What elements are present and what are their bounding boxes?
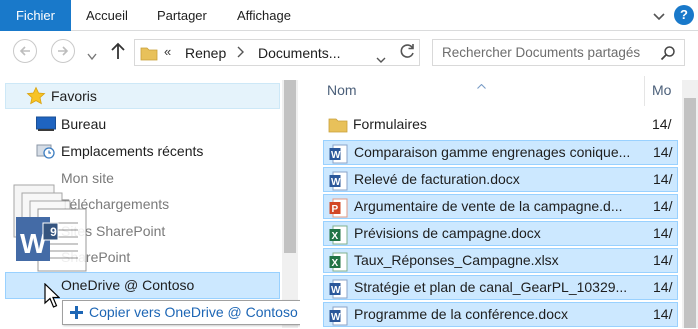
- arrow-right-icon: [58, 46, 69, 56]
- list-item-file[interactable]: X Prévisions de campagne.docx 14/: [323, 221, 678, 246]
- recent-locations-icon[interactable]: [87, 48, 97, 61]
- plus-icon: [68, 304, 85, 324]
- tab-home[interactable]: Accueil: [86, 0, 128, 31]
- star-icon: [26, 86, 46, 109]
- breadcrumb-documents[interactable]: Documents...: [258, 45, 340, 61]
- sidebar-item-favorites[interactable]: Favoris: [51, 83, 97, 109]
- folder-icon: [328, 116, 348, 137]
- file-date: 14/: [653, 198, 673, 214]
- file-date: 14/: [653, 225, 673, 241]
- list-item-folder[interactable]: Formulaires 14/: [323, 113, 678, 138]
- file-name: Relevé de facturation.docx: [354, 171, 520, 187]
- file-name: Argumentaire de vente de la campagne.d..…: [354, 198, 623, 214]
- search-icon[interactable]: [660, 45, 676, 64]
- column-divider[interactable]: [644, 76, 645, 106]
- list-item-file[interactable]: W Comparaison gamme engrenages conique...…: [323, 140, 678, 165]
- column-header-name[interactable]: Nom: [327, 82, 357, 98]
- forward-button[interactable]: [51, 39, 75, 63]
- tooltip-text: Copier vers OneDrive @ Contoso: [89, 304, 298, 320]
- word-icon: W: [329, 279, 348, 302]
- cursor-arrow-icon: [44, 282, 61, 312]
- svg-text:W: W: [331, 285, 341, 296]
- ribbon: Fichier Accueil Partager Affichage ?: [0, 0, 698, 31]
- svg-text:X: X: [332, 231, 339, 242]
- drag-preview: W 9: [12, 183, 112, 293]
- desktop-icon: [36, 116, 56, 135]
- up-arrow-icon[interactable]: [109, 41, 127, 61]
- word-icon: W: [329, 306, 348, 329]
- file-name: Formulaires: [353, 116, 427, 132]
- svg-text:P: P: [332, 204, 339, 215]
- word-icon: W: [329, 171, 348, 194]
- powerpoint-icon: P: [329, 198, 348, 221]
- drag-count-badge: 9: [50, 225, 57, 239]
- file-name: Comparaison gamme engrenages conique...: [354, 144, 631, 160]
- search-placeholder: Rechercher Documents partagés: [442, 45, 641, 60]
- excel-icon: X: [329, 225, 348, 248]
- back-button[interactable]: [13, 39, 37, 63]
- sort-ascending-icon: [477, 76, 486, 92]
- copy-tooltip: Copier vers OneDrive @ Contoso: [62, 300, 308, 325]
- address-overflow[interactable]: «: [164, 44, 171, 59]
- file-date: 14/: [653, 252, 673, 268]
- list-scrollbar-thumb[interactable]: [684, 98, 696, 328]
- chevron-right-icon[interactable]: [235, 45, 245, 62]
- tab-view[interactable]: Affichage: [237, 0, 291, 31]
- search-input[interactable]: Rechercher Documents partagés: [432, 39, 685, 66]
- word-icon: W: [329, 144, 348, 167]
- navigation-bar: « Renep Documents... Rechercher Document…: [0, 31, 698, 73]
- nav-scrollbar[interactable]: [282, 80, 298, 328]
- file-date: 14/: [653, 144, 673, 160]
- recent-places-icon: [36, 142, 56, 163]
- arrow-left-icon: [19, 46, 30, 56]
- list-item-file[interactable]: P Argumentaire de vente de la campagne.d.…: [323, 194, 678, 219]
- excel-icon: X: [329, 252, 348, 275]
- tab-file[interactable]: Fichier: [0, 0, 71, 31]
- address-bar[interactable]: « Renep Documents...: [134, 39, 420, 66]
- breadcrumb-renep[interactable]: Renep: [185, 45, 226, 61]
- file-name: Prévisions de campagne.docx: [354, 225, 541, 241]
- sidebar-item-recent-places[interactable]: Emplacements récents: [61, 138, 203, 164]
- file-date: 14/: [652, 116, 672, 132]
- chevron-down-icon[interactable]: [376, 51, 386, 67]
- file-name: Taux_Réponses_Campagne.xlsx: [354, 252, 559, 268]
- folder-icon: [140, 45, 158, 64]
- svg-text:W: W: [331, 177, 341, 188]
- file-date: 14/: [653, 171, 673, 187]
- svg-text:W: W: [331, 312, 341, 323]
- file-date: 14/: [653, 306, 673, 322]
- list-item-file[interactable]: X Taux_Réponses_Campagne.xlsx 14/: [323, 248, 678, 273]
- sidebar-item-desktop[interactable]: Bureau: [61, 111, 106, 137]
- list-item-file[interactable]: W Stratégie et plan de canal_GearPL_10329…: [323, 275, 678, 300]
- refresh-icon[interactable]: [396, 40, 418, 62]
- column-header-modified[interactable]: Mo: [652, 82, 671, 98]
- file-name: Stratégie et plan de canal_GearPL_10329.…: [354, 279, 628, 295]
- file-date: 14/: [653, 279, 673, 295]
- help-icon[interactable]: ?: [674, 5, 694, 25]
- svg-text:X: X: [332, 258, 339, 269]
- list-scrollbar[interactable]: [682, 80, 698, 328]
- file-name: Programme de la conférence.docx: [354, 306, 568, 322]
- nav-scrollbar-thumb[interactable]: [284, 80, 296, 253]
- favorites-highlight: [5, 83, 280, 109]
- list-item-file[interactable]: W Relevé de facturation.docx 14/: [323, 167, 678, 192]
- list-item-file[interactable]: W Programme de la conférence.docx 14/: [323, 302, 678, 327]
- svg-text:W: W: [331, 150, 341, 161]
- expand-ribbon-icon[interactable]: [652, 9, 666, 23]
- tab-share[interactable]: Partager: [157, 0, 207, 31]
